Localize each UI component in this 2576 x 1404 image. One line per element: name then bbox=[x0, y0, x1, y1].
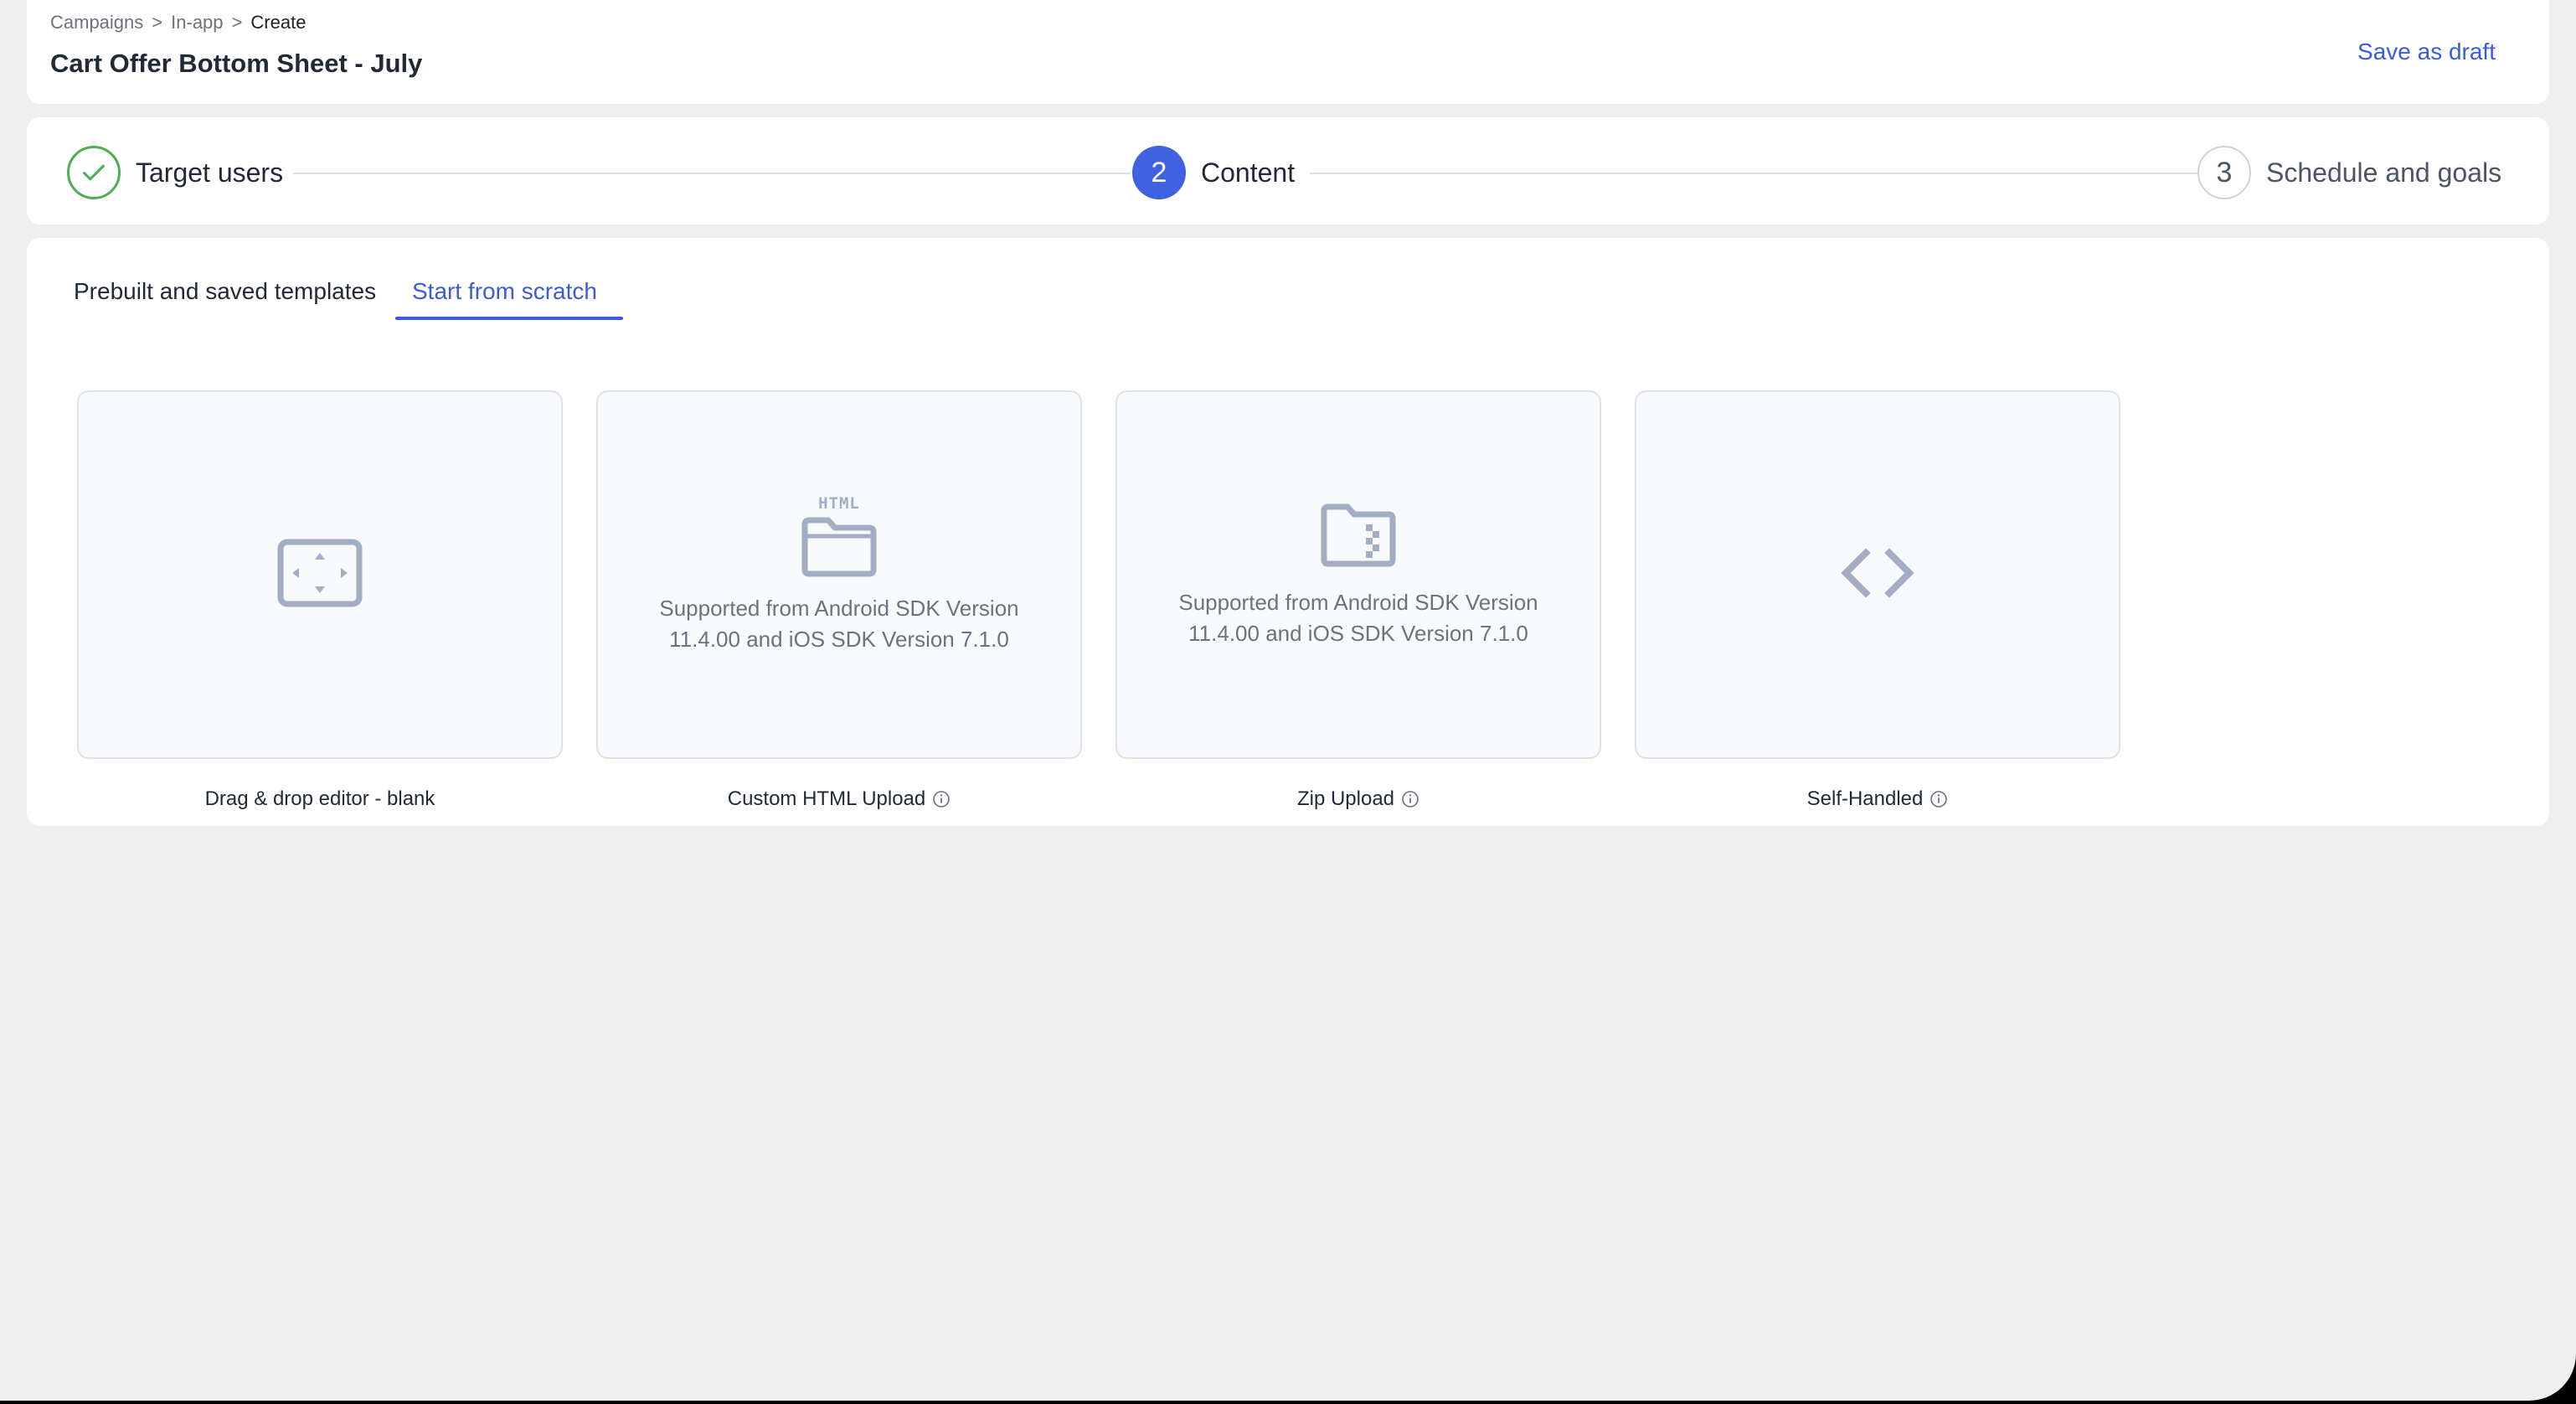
info-icon[interactable] bbox=[1401, 790, 1419, 808]
step-label: Schedule and goals bbox=[2266, 157, 2502, 188]
tile-caption-text: Self-Handled bbox=[1806, 787, 1924, 810]
step-target-users[interactable]: Target users bbox=[67, 146, 283, 199]
breadcrumb: Campaigns > In-app > Create bbox=[50, 12, 306, 34]
tile-caption: Self-Handled bbox=[1635, 787, 2120, 811]
tab-prebuilt-and-saved-templates[interactable]: Prebuilt and saved templates bbox=[74, 278, 376, 318]
tile-caption: Zip Upload bbox=[1115, 787, 1601, 811]
tile-caption: Custom HTML Upload bbox=[596, 787, 1082, 811]
step-label: Content bbox=[1201, 157, 1296, 188]
step-number: 2 bbox=[1132, 146, 1186, 199]
page-header: Campaigns > In-app > Create Cart Offer B… bbox=[27, 0, 2549, 104]
save-as-draft-button[interactable]: Save as draft bbox=[2357, 39, 2496, 65]
info-icon[interactable] bbox=[932, 790, 951, 808]
tile-self-handled[interactable] bbox=[1635, 390, 2120, 759]
step-connector bbox=[293, 173, 1131, 174]
template-selection-panel: Prebuilt and saved templates Start from … bbox=[27, 238, 2549, 826]
app-screen: Campaigns > In-app > Create Cart Offer B… bbox=[0, 0, 2576, 1401]
html-folder-icon: HTML bbox=[800, 494, 878, 578]
tab-start-from-scratch[interactable]: Start from scratch bbox=[412, 278, 597, 318]
tile-drag-drop-editor[interactable] bbox=[77, 390, 563, 759]
drag-drop-editor-icon bbox=[277, 539, 363, 612]
breadcrumb-campaigns[interactable]: Campaigns bbox=[50, 12, 143, 34]
code-brackets-icon bbox=[1837, 547, 1918, 602]
breadcrumb-create: Create bbox=[250, 12, 307, 33]
step-connector bbox=[1310, 173, 2214, 174]
tile-caption-text: Zip Upload bbox=[1296, 787, 1395, 810]
tile-zip-upload[interactable]: Supported from Android SDK Version 11.4.… bbox=[1115, 390, 1601, 759]
active-tab-indicator bbox=[395, 317, 623, 320]
page-title: Cart Offer Bottom Sheet - July bbox=[50, 49, 423, 78]
campaign-stepper: Target users 2 Content 3 Schedule and go… bbox=[27, 117, 2549, 225]
info-icon[interactable] bbox=[1929, 790, 1948, 808]
step-label: Target users bbox=[136, 157, 284, 188]
step-number: 3 bbox=[2197, 146, 2251, 199]
step-content[interactable]: 2 Content bbox=[1132, 146, 1295, 199]
tile-custom-html-upload[interactable]: HTML Supported from Android SDK Version … bbox=[596, 390, 1082, 759]
tile-caption: Drag & drop editor - blank bbox=[77, 787, 563, 811]
zip-folder-icon bbox=[1319, 501, 1398, 572]
sdk-support-note: Supported from Android SDK Version 11.4.… bbox=[1178, 589, 1538, 646]
sdk-support-note: Supported from Android SDK Version 11.4.… bbox=[659, 596, 1019, 652]
tile-caption-text: Drag & drop editor - blank bbox=[204, 787, 435, 810]
check-icon bbox=[67, 146, 121, 199]
tile-caption-text: Custom HTML Upload bbox=[727, 787, 926, 810]
breadcrumb-separator: > bbox=[231, 12, 243, 33]
breadcrumb-in-app[interactable]: In-app bbox=[171, 12, 223, 34]
step-schedule-and-goals[interactable]: 3 Schedule and goals bbox=[2197, 146, 2501, 199]
html-icon-text: HTML bbox=[818, 494, 860, 513]
breadcrumb-separator: > bbox=[152, 12, 163, 33]
